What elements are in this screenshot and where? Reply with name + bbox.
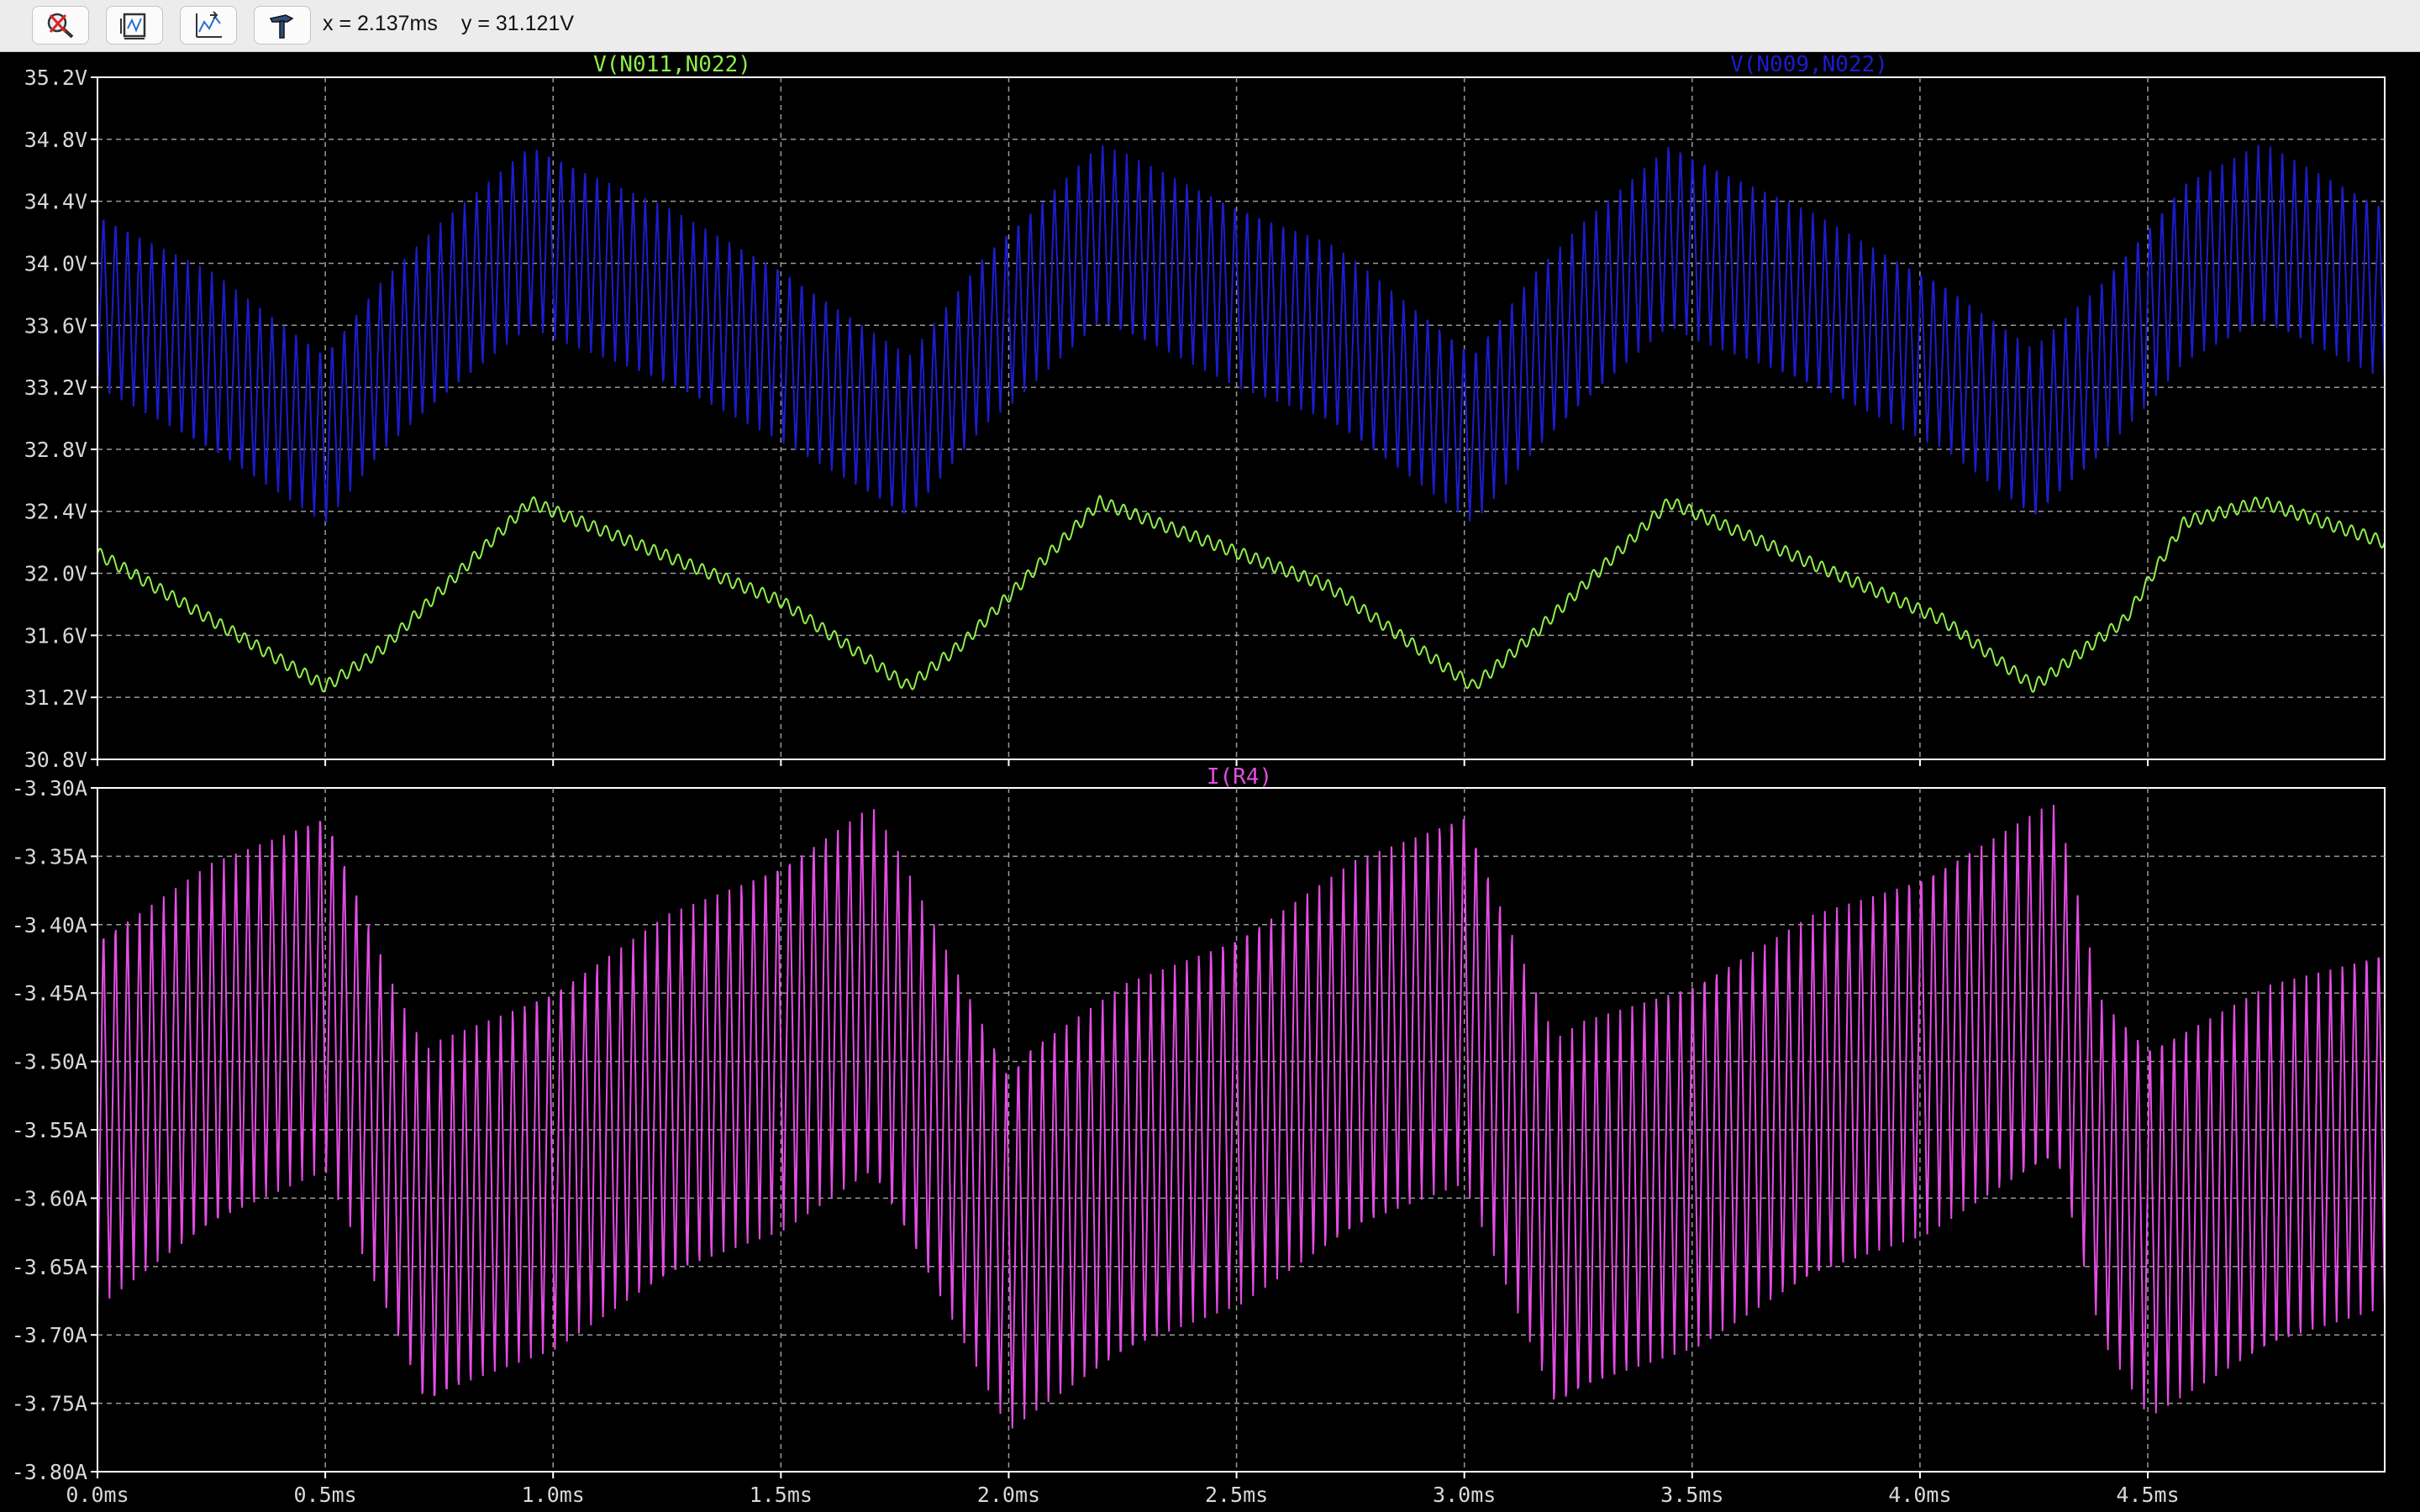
- y-tick-label: -3.40A: [12, 913, 87, 937]
- x-tick-label: 2.5ms: [1205, 1483, 1268, 1507]
- x-tick-label: 0.5ms: [293, 1483, 356, 1507]
- y-tick-label: -3.30A: [12, 776, 87, 801]
- x-tick-label: 3.0ms: [1433, 1483, 1496, 1507]
- y-tick-label: -3.70A: [12, 1323, 87, 1347]
- waveform-toolbar: x = 2.137ms y = 31.121V: [0, 0, 2420, 52]
- series-label: V(N009,N022): [1730, 52, 1888, 77]
- settings-button[interactable]: [254, 6, 311, 45]
- y-tick-label: -3.75A: [12, 1392, 87, 1416]
- series-label: V(N011,N022): [593, 52, 751, 77]
- y-tick-label: -3.60A: [12, 1186, 87, 1210]
- x-tick-label: 3.5ms: [1660, 1483, 1723, 1507]
- autorange-icon: [120, 13, 146, 39]
- x-tick-label: 4.5ms: [2116, 1483, 2179, 1507]
- y-tick-label: -3.65A: [12, 1255, 87, 1279]
- cursor-x-readout: x = 2.137ms: [323, 12, 438, 35]
- y-tick-label: -3.45A: [12, 981, 87, 1005]
- x-tick-label: 2.0ms: [977, 1483, 1040, 1507]
- y-tick-label: 34.4V: [24, 190, 87, 214]
- y-tick-label: 33.6V: [24, 313, 87, 338]
- y-tick-label: 32.0V: [24, 562, 87, 586]
- panel-frame: [97, 76, 2386, 760]
- y-tick-label: 33.2V: [24, 375, 87, 400]
- waveform-plot-area[interactable]: 35.2V 34.8V 34.4V 34.0V 33.6V 33.2V 32.8V 32.4V…: [0, 52, 2420, 1512]
- y-tick-label: 31.2V: [24, 685, 87, 710]
- y-tick-label: -3.35A: [12, 844, 87, 869]
- y-tick-label: -3.50A: [12, 1050, 87, 1074]
- hammer-icon: [269, 14, 294, 39]
- pan-icon: [196, 11, 222, 38]
- x-tick-label: 0.0ms: [66, 1483, 129, 1507]
- y-tick-label: 34.8V: [24, 128, 87, 152]
- y-tick-label: 32.8V: [24, 438, 87, 462]
- y-tick-label: 32.4V: [24, 500, 87, 524]
- series-label: I(R4): [1207, 764, 1272, 790]
- cursor-readout: x = 2.137ms y = 31.121V: [323, 12, 597, 36]
- x-tick-label: 1.0ms: [522, 1483, 585, 1507]
- pan-button[interactable]: [180, 6, 237, 45]
- cursor-y-readout: y = 31.121V: [460, 12, 575, 35]
- x-tick-label: 4.0ms: [1888, 1483, 1951, 1507]
- zoom-cancel-button[interactable]: [32, 6, 89, 45]
- y-tick-label: 30.8V: [24, 748, 87, 772]
- y-tick-label: -3.55A: [12, 1118, 87, 1142]
- y-tick-label: -3.80A: [12, 1460, 87, 1484]
- y-tick-label: 31.6V: [24, 623, 87, 648]
- zoom-cancel-icon: [47, 13, 74, 39]
- y-tick-label: 35.2V: [24, 66, 87, 90]
- series-trace: [98, 494, 2384, 693]
- autorange-button[interactable]: [106, 6, 163, 45]
- series-line: [98, 494, 2384, 693]
- x-tick-label: 1.5ms: [750, 1483, 813, 1507]
- y-tick-label: 34.0V: [24, 251, 87, 276]
